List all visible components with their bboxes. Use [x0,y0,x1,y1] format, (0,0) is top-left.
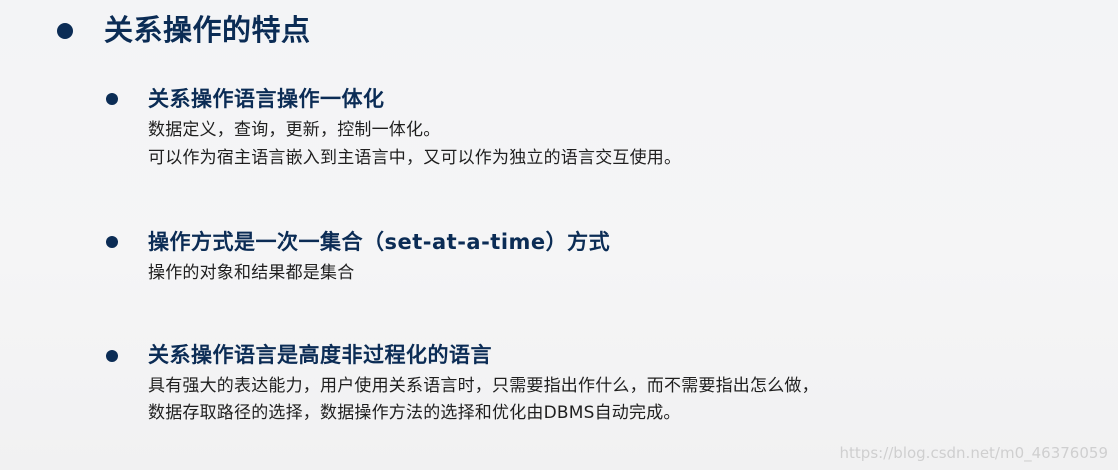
section-1-line-2: 可以作为宿主语言嵌入到主语言中，又可以作为独立的语言交互使用。 [148,148,682,168]
section-2-bullet [106,236,118,248]
title-bullet [57,23,73,39]
page-title: 关系操作的特点 [104,13,311,47]
section-3-line-2: 数据存取路径的选择，数据操作方法的选择和优化由DBMS自动完成。 [148,403,681,423]
section-2-heading: 操作方式是一次一集合（set-at-a-time）方式 [148,230,611,254]
section-1-bullet [106,93,118,105]
section-3-line-1: 具有强大的表达能力，用户使用关系语言时，只需要指出作什么，而不需要指出怎么做， [148,376,819,396]
section-3-heading: 关系操作语言是高度非过程化的语言 [148,343,492,367]
section-2-line-1: 操作的对象和结果都是集合 [148,263,355,283]
section-1-heading: 关系操作语言操作一体化 [148,87,385,111]
section-3-bullet [106,350,118,362]
slide-content: 关系操作的特点 关系操作语言操作一体化 数据定义，查询，更新，控制一体化。 可以… [0,0,1118,470]
section-1-line-1: 数据定义，查询，更新，控制一体化。 [148,120,441,140]
watermark-url: https://blog.csdn.net/m0_46376059 [839,444,1108,462]
